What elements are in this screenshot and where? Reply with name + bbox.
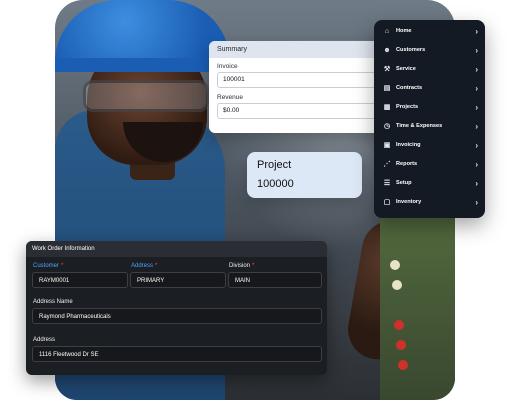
required-marker: *	[252, 263, 255, 269]
division-label-text: Division	[229, 263, 251, 269]
customer-field[interactable]: RAYM0001	[32, 272, 128, 288]
nav-item-reports[interactable]: ⋰ Reports ›	[382, 159, 479, 171]
work-order-title: Work Order Information	[26, 241, 327, 257]
projects-icon: ▦	[383, 104, 391, 111]
nav-item-label: Time & Expenses	[396, 123, 443, 129]
nav-item-service[interactable]: ⚒ Service ›	[382, 64, 478, 76]
address-name-field[interactable]: Raymond Pharmaceuticals	[32, 308, 322, 324]
revenue-label: Revenue	[217, 94, 244, 101]
summary-title: Summary	[209, 41, 384, 58]
nav-item-setup[interactable]: ☰ Setup ›	[382, 178, 478, 190]
chevron-right-icon: ›	[475, 27, 478, 36]
inventory-icon: ▢	[383, 199, 391, 206]
chevron-right-icon: ›	[475, 84, 478, 93]
work-order-panel: Work Order Information Customer * RAYM000…	[26, 241, 327, 375]
chevron-right-icon: ›	[475, 141, 478, 150]
revenue-field[interactable]: $0.00	[217, 103, 376, 119]
machine-button	[392, 280, 402, 290]
street-address-field[interactable]: 1116 Fleetwood Dr SE	[32, 346, 322, 362]
nav-item-label: Setup	[396, 180, 412, 186]
nav-item-label: Service	[396, 66, 416, 72]
street-address-label: Address	[33, 337, 56, 343]
chevron-right-icon: ›	[475, 103, 478, 112]
invoicing-icon: ▣	[383, 142, 391, 149]
nav-item-label: Invoicing	[396, 142, 421, 148]
invoice-field[interactable]: 100001	[217, 72, 376, 88]
reports-icon: ⋰	[383, 161, 391, 168]
nav-item-projects[interactable]: ▦ Projects ›	[382, 102, 478, 114]
time-expenses-icon: ◷	[383, 123, 391, 130]
project-value: 100000	[257, 178, 294, 190]
customer-label-text: Customer	[33, 263, 60, 269]
control-panel-machine	[380, 200, 455, 400]
setup-icon: ☰	[383, 180, 391, 187]
nav-item-label: Customers	[396, 47, 426, 53]
division-field[interactable]: MAIN	[228, 272, 322, 288]
summary-card: Summary Invoice 100001 Revenue $0.00	[209, 41, 384, 133]
nav-item-label: Home	[396, 28, 412, 34]
machine-button	[394, 320, 404, 330]
nav-item-label: Inventory	[396, 199, 422, 205]
chevron-right-icon: ›	[475, 179, 478, 188]
nav-item-invoicing[interactable]: ▣ Invoicing ›	[382, 140, 478, 152]
chevron-right-icon: ›	[475, 198, 478, 207]
project-card: Project 100000	[247, 152, 362, 198]
machine-button	[398, 360, 408, 370]
safety-glasses	[83, 80, 209, 112]
nav-item-customers[interactable]: ☻ Customers ›	[382, 45, 478, 57]
division-label: Division *	[229, 263, 254, 269]
nav-menu: ⌂ Home › ☻ Customers › ⚒ Service › ▤ Con…	[374, 20, 485, 218]
contracts-icon: ▤	[383, 85, 391, 92]
machine-button	[396, 340, 406, 350]
customers-icon: ☻	[383, 47, 391, 54]
machine-button	[390, 260, 400, 270]
nav-item-label: Reports	[396, 161, 418, 167]
nav-item-label: Projects	[396, 104, 419, 110]
nav-item-inventory[interactable]: ▢ Inventory ›	[382, 197, 478, 209]
nav-item-label: Contracts	[396, 85, 423, 91]
nav-item-contracts[interactable]: ▤ Contracts ›	[382, 83, 478, 95]
customer-label: Customer *	[33, 263, 63, 269]
home-icon: ⌂	[384, 28, 390, 35]
chevron-right-icon: ›	[475, 65, 478, 74]
chevron-right-icon: ›	[475, 46, 478, 55]
address-code-field[interactable]: PRIMARY	[130, 272, 226, 288]
address-name-label: Address Name	[33, 299, 73, 305]
nav-item-time-expenses[interactable]: ◷ Time & Expenses ›	[382, 121, 478, 133]
chevron-right-icon: ›	[475, 160, 478, 169]
nav-item-home[interactable]: ⌂ Home ›	[382, 26, 478, 38]
address-label-text: Address	[131, 263, 154, 269]
service-icon: ⚒	[383, 66, 391, 73]
required-marker: *	[155, 263, 158, 269]
chevron-right-icon: ›	[475, 122, 478, 131]
invoice-label: Invoice	[217, 63, 238, 70]
address-label: Address *	[131, 263, 157, 269]
required-marker: *	[61, 263, 64, 269]
project-label: Project	[257, 159, 292, 171]
